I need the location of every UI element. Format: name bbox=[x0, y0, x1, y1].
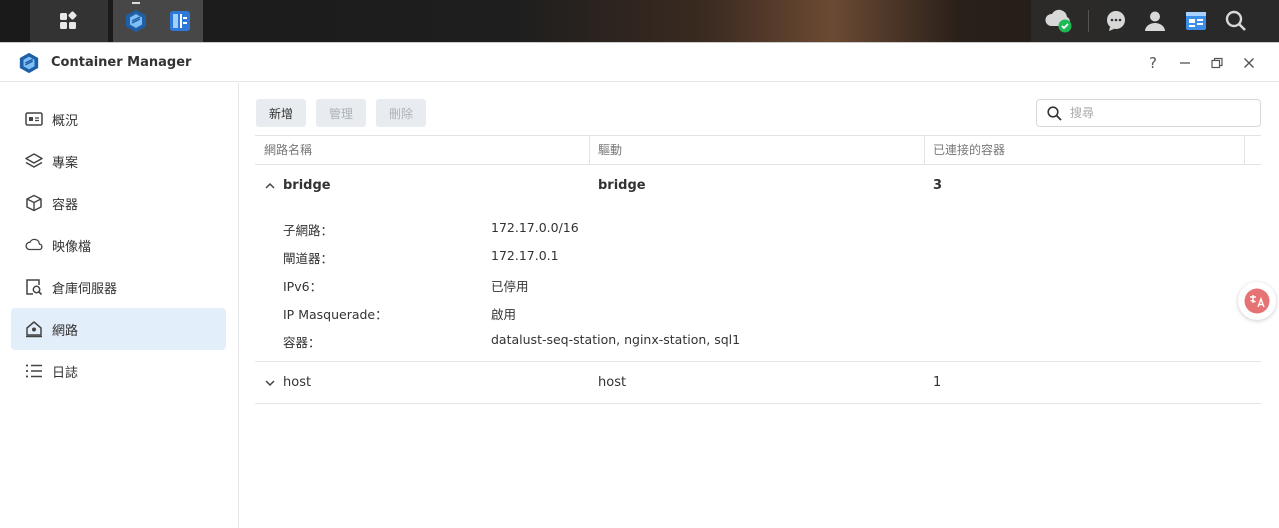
sidebar-item-containers[interactable]: 容器 bbox=[11, 182, 226, 224]
detail-label: 閘道器： bbox=[283, 251, 334, 266]
registry-icon bbox=[25, 278, 43, 296]
detail-label: 子網路： bbox=[283, 223, 334, 238]
detail-label: 容器： bbox=[283, 335, 321, 350]
row-detail-panel: 子網路： 172.17.0.0/16 閘道器： 172.17.0.1 IPv6：… bbox=[255, 207, 1261, 362]
sidebar-item-network[interactable]: 網路 bbox=[11, 308, 226, 350]
column-header-connected[interactable]: 已連接的容器 bbox=[924, 136, 1244, 165]
cube-icon bbox=[25, 194, 43, 212]
close-icon bbox=[1244, 58, 1254, 68]
add-button[interactable]: 新增 bbox=[256, 99, 307, 127]
detail-value: 172.17.0.1 bbox=[491, 248, 559, 263]
sidebar-item-label: 容器 bbox=[52, 197, 79, 213]
container-manager-icon bbox=[126, 10, 146, 32]
detail-value: 172.17.0.0/16 bbox=[491, 220, 579, 235]
sidebar-item-projects[interactable]: 專案 bbox=[11, 140, 226, 182]
column-header-name[interactable]: 網路名稱 bbox=[255, 136, 589, 165]
main-menu-button[interactable] bbox=[48, 3, 88, 39]
chevron-down-icon[interactable] bbox=[263, 376, 277, 390]
minimize-button[interactable] bbox=[1175, 53, 1195, 73]
help-button[interactable]: ? bbox=[1143, 53, 1163, 73]
column-divider[interactable] bbox=[1244, 136, 1245, 165]
network-name: host bbox=[283, 375, 312, 390]
detail-value: 啟用 bbox=[491, 307, 517, 322]
network-table: 網路名稱 驅動 已連接的容器 bridge bridge 3 子網路： 172.… bbox=[255, 135, 1261, 404]
translate-icon bbox=[1244, 288, 1270, 314]
sidebar-item-label: 倉庫伺服器 bbox=[52, 281, 118, 297]
delete-button[interactable]: 刪除 bbox=[376, 99, 427, 127]
sidebar-item-log[interactable]: 日誌 bbox=[11, 350, 226, 392]
window-title: Container Manager bbox=[51, 55, 192, 70]
detail-label: IPv6： bbox=[283, 279, 323, 294]
table-row[interactable]: host host 1 bbox=[255, 362, 1261, 404]
detail-label: IP Masquerade： bbox=[283, 307, 388, 322]
window-titlebar[interactable]: Container Manager ? bbox=[0, 43, 1279, 82]
network-home-icon bbox=[25, 320, 43, 338]
taskbar bbox=[0, 0, 1279, 42]
network-driver: host bbox=[598, 375, 627, 390]
dashboard-icon bbox=[1186, 12, 1206, 30]
column-header-driver[interactable]: 驅動 bbox=[589, 136, 924, 165]
manage-button[interactable]: 管理 bbox=[316, 99, 367, 127]
user-button[interactable] bbox=[1135, 3, 1175, 39]
search-icon bbox=[1047, 105, 1062, 121]
sidebar-item-overview[interactable]: 概況 bbox=[11, 98, 226, 140]
tray-divider bbox=[1088, 10, 1089, 32]
cloud-sync-button[interactable] bbox=[1039, 3, 1079, 39]
search-field[interactable] bbox=[1036, 99, 1261, 127]
sidebar-item-label: 日誌 bbox=[52, 365, 79, 381]
table-header: 網路名稱 驅動 已連接的容器 bbox=[255, 135, 1261, 165]
chat-icon bbox=[1107, 11, 1125, 31]
translate-button[interactable] bbox=[1238, 282, 1276, 320]
sidebar-item-registry[interactable]: 倉庫伺服器 bbox=[11, 266, 226, 308]
list-icon bbox=[25, 362, 43, 380]
container-manager-window: Container Manager ? 概況 專案 容器 映像檔 倉庫伺服器 網… bbox=[0, 42, 1279, 528]
network-name: bridge bbox=[283, 178, 331, 193]
cloud-icon bbox=[25, 236, 43, 254]
cloud-check-icon bbox=[1045, 9, 1072, 33]
sidebar-item-label: 專案 bbox=[52, 155, 79, 171]
sidebar-item-label: 網路 bbox=[52, 323, 79, 339]
sidebar: 概況 專案 容器 映像檔 倉庫伺服器 網路 日誌 bbox=[0, 83, 239, 528]
container-manager-icon bbox=[19, 52, 39, 74]
sidebar-item-images[interactable]: 映像檔 bbox=[11, 224, 226, 266]
sidebar-item-label: 概況 bbox=[52, 113, 79, 129]
minimize-icon bbox=[1180, 62, 1190, 64]
sidebar-item-label: 映像檔 bbox=[52, 239, 92, 255]
search-icon bbox=[1225, 10, 1246, 31]
chevron-up-icon[interactable] bbox=[263, 179, 277, 193]
widgets-button[interactable] bbox=[1176, 3, 1216, 39]
file-station-icon bbox=[170, 11, 190, 31]
network-driver: bridge bbox=[598, 178, 646, 193]
user-icon bbox=[1145, 11, 1165, 31]
restore-button[interactable] bbox=[1207, 53, 1227, 73]
overview-icon bbox=[25, 110, 43, 128]
table-row[interactable]: bridge bridge 3 bbox=[255, 165, 1261, 207]
grid-icon bbox=[60, 11, 77, 29]
connected-count: 3 bbox=[933, 178, 943, 193]
layers-icon bbox=[25, 152, 43, 170]
taskbar-container-manager[interactable] bbox=[116, 3, 156, 39]
messages-button[interactable] bbox=[1096, 3, 1136, 39]
connected-count: 1 bbox=[933, 375, 942, 390]
close-button[interactable] bbox=[1239, 53, 1259, 73]
search-input[interactable] bbox=[1070, 106, 1240, 120]
detail-value: datalust-seq-station, nginx-station, sql… bbox=[491, 332, 741, 347]
search-button[interactable] bbox=[1216, 3, 1256, 39]
detail-value: 已停用 bbox=[491, 279, 529, 294]
taskbar-second-app[interactable] bbox=[160, 3, 200, 39]
restore-icon bbox=[1211, 57, 1223, 69]
